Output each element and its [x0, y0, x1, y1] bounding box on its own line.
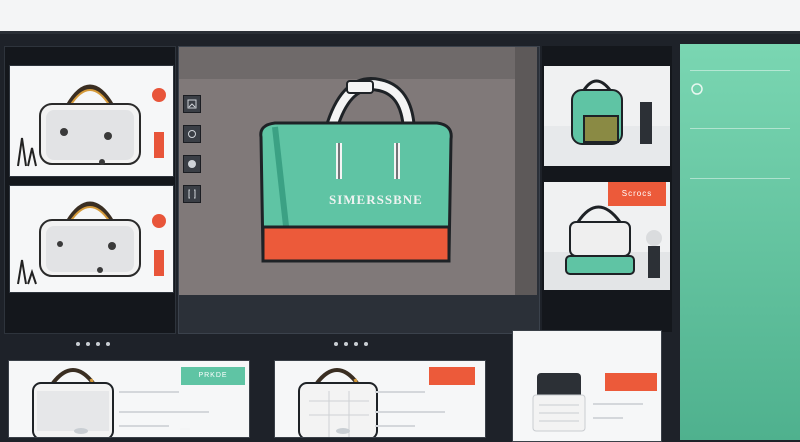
dot[interactable]: [106, 342, 110, 346]
thumb-redbar-1: [154, 132, 164, 158]
dot[interactable]: [354, 342, 358, 346]
teal-side-panel: [680, 44, 800, 440]
bag-illustration: [32, 368, 114, 437]
thumb-badge-1: [152, 88, 166, 102]
top-bar: [0, 0, 800, 34]
device-illustration: [532, 373, 586, 432]
circle-icon: [691, 83, 703, 95]
teal-divider: [690, 178, 790, 179]
product-card-2[interactable]: [274, 360, 486, 438]
right-gallery-panel: Scrocs: [542, 46, 672, 332]
product-viewer: SIMERSSBNE: [178, 46, 540, 334]
card-line: [375, 411, 445, 413]
card-line: [375, 391, 425, 393]
pager-dot[interactable]: [336, 428, 350, 434]
backpack-illustration: [544, 79, 670, 166]
pager-square[interactable]: [180, 428, 190, 436]
card-line: [375, 425, 415, 427]
pager-dot[interactable]: [74, 428, 88, 434]
viewer-side-strip: [515, 47, 537, 295]
workspace: SIMERSSBNE Scrocs PRKDE: [0, 34, 800, 442]
carousel-dots-left: [76, 342, 110, 346]
card-line: [119, 391, 179, 393]
dot[interactable]: [96, 342, 100, 346]
dot[interactable]: [344, 342, 348, 346]
gallery-tote[interactable]: Scrocs: [544, 182, 670, 290]
product-label: SIMERSSBNE: [329, 192, 423, 207]
promo-tag[interactable]: Scrocs: [608, 182, 666, 206]
card-pill-2[interactable]: [429, 367, 475, 385]
thumb-redbar-2: [154, 250, 164, 276]
thumb-badge-2: [152, 214, 166, 228]
dot[interactable]: [86, 342, 90, 346]
teal-divider: [690, 70, 790, 71]
card-line: [119, 411, 209, 413]
card-line: [593, 417, 623, 419]
product-card-3[interactable]: [512, 330, 662, 442]
dot[interactable]: [334, 342, 338, 346]
card-pill-1[interactable]: PRKDE: [181, 367, 245, 385]
viewer-stage: SIMERSSBNE: [179, 47, 537, 295]
bag-illustration: [17, 84, 141, 167]
card-line: [593, 403, 643, 405]
gallery-backpack[interactable]: [544, 66, 670, 166]
thumbnail-bag-2[interactable]: [9, 185, 174, 293]
left-thumbnail-panel: [4, 46, 176, 334]
dot[interactable]: [76, 342, 80, 346]
teal-divider: [690, 128, 790, 129]
product-card-1[interactable]: PRKDE: [8, 360, 250, 438]
bag-illustration: [17, 201, 141, 285]
dot[interactable]: [364, 342, 368, 346]
card-line: [119, 425, 169, 427]
main-bag-illustration: [259, 77, 453, 263]
card-pill-3[interactable]: [605, 373, 657, 391]
thumbnail-bag-1[interactable]: [9, 65, 174, 177]
carousel-dots-center: [334, 342, 368, 346]
